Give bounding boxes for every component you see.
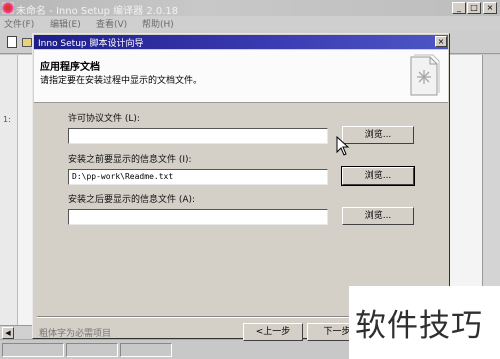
line-number: 1: — [3, 115, 11, 124]
menu-edit[interactable]: 编辑(E) — [50, 17, 81, 30]
after-install-file-label: 安装之后要显示的信息文件 (A): — [68, 195, 196, 205]
new-file-icon[interactable] — [7, 36, 17, 48]
status-cell-position — [2, 343, 64, 357]
app-icon — [2, 2, 14, 14]
maximize-button[interactable]: □ — [467, 2, 481, 14]
vertical-scrollbar[interactable] — [482, 55, 500, 325]
parent-window-title: 未命名 - Inno Setup 编译器 2.0.18 — [16, 6, 179, 17]
menu-file[interactable]: 文件(F) — [4, 17, 34, 30]
before-install-file-label: 安装之前要显示的信息文件 (I): — [68, 155, 192, 165]
menu-view[interactable]: 查看(V) — [96, 17, 127, 30]
page-subheading: 请指定要在安装过程中显示的文档文件。 — [40, 76, 203, 86]
close-button[interactable]: × — [483, 2, 497, 14]
page-heading: 应用程序文档 — [40, 62, 100, 73]
scroll-left-icon[interactable]: ◀ — [2, 327, 14, 339]
required-fields-note: 粗体字为必需项目 — [39, 329, 112, 339]
dialog-header: 应用程序文档 请指定要在安装过程中显示的文档文件。 — [34, 50, 448, 103]
status-cell-modified — [66, 343, 118, 357]
watermark: 软件技巧 — [349, 286, 500, 359]
back-button[interactable]: <上一步 — [243, 323, 303, 341]
dialog-title-bar[interactable]: Inno Setup 脚本设计向导 × — [34, 35, 448, 49]
license-browse-button[interactable]: 浏览... — [342, 126, 414, 144]
parent-title-bar: 未命名 - Inno Setup 编译器 2.0.18 _ □ × — [0, 0, 500, 17]
before-install-browse-button[interactable]: 浏览... — [341, 166, 415, 186]
license-file-input[interactable] — [68, 128, 328, 144]
open-folder-icon[interactable] — [22, 38, 32, 47]
after-install-browse-button[interactable]: 浏览... — [342, 207, 414, 225]
before-install-file-input[interactable]: D:\pp-work\Readme.txt — [68, 169, 328, 185]
menu-help[interactable]: 帮助(H) — [142, 17, 174, 30]
license-file-label: 许可协议文件 (L): — [68, 114, 140, 124]
document-wizard-icon — [410, 54, 440, 96]
menu-bar: 文件(F) 编辑(E) 查看(V) 帮助(H) — [0, 16, 500, 30]
after-install-file-input[interactable] — [68, 209, 328, 225]
editor-gutter: 1: — [0, 55, 18, 325]
watermark-text: 软件技巧 — [355, 308, 483, 344]
mouse-pointer-icon — [336, 136, 350, 156]
status-cell-mode — [120, 343, 172, 357]
dialog-close-button[interactable]: × — [435, 36, 447, 47]
dialog-title: Inno Setup 脚本设计向导 — [38, 39, 144, 49]
minimize-button[interactable]: _ — [452, 2, 466, 14]
